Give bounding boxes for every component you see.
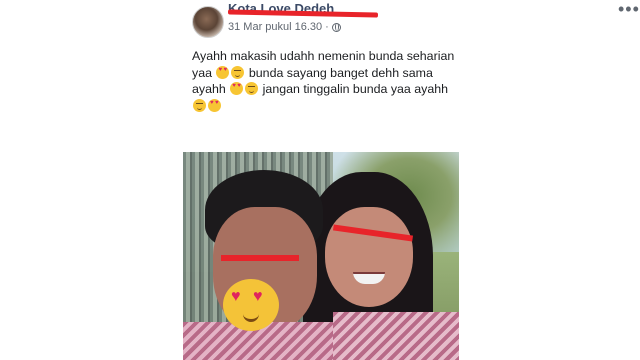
more-options-icon[interactable]: ••• <box>618 0 640 18</box>
author-avatar[interactable] <box>192 6 224 38</box>
facebook-post: Kota Love Dedeh 31 Mar pukul 16.30 · •••… <box>0 0 640 360</box>
author-name[interactable]: Kota Love Dedeh <box>227 2 379 18</box>
smiling-blush-emoji-icon <box>231 65 245 79</box>
heart-eyes-emoji-icon <box>208 98 221 112</box>
post-text: Ayahh makasih udahh nemenin bunda sehari… <box>192 48 462 114</box>
smiling-blush-emoji-icon <box>245 82 259 95</box>
eye-redaction-bar-boy <box>221 255 299 261</box>
heart-eyes-emoji-icon <box>216 65 230 79</box>
post-timestamp[interactable]: 31 Mar pukul 16.30 <box>228 21 322 33</box>
post-photo[interactable]: ♥ ♥ <box>183 152 459 360</box>
name-redaction-bar <box>227 9 379 18</box>
meta-separator: · <box>325 21 329 33</box>
post-text-line-3: jangan tinggalin bunda yaa ayahh <box>262 82 448 96</box>
post-meta: 31 Mar pukul 16.30 · <box>228 21 341 33</box>
globe-icon <box>331 22 341 32</box>
girl-face <box>325 207 413 307</box>
post-header: Kota Love Dedeh 31 Mar pukul 16.30 · ••• <box>188 0 639 40</box>
smiling-blush-emoji-icon <box>193 98 206 112</box>
girl-shirt <box>333 312 459 360</box>
heart-eyes-emoji-icon <box>230 82 244 95</box>
heart-eyes-sticker-icon: ♥ ♥ <box>223 279 279 331</box>
